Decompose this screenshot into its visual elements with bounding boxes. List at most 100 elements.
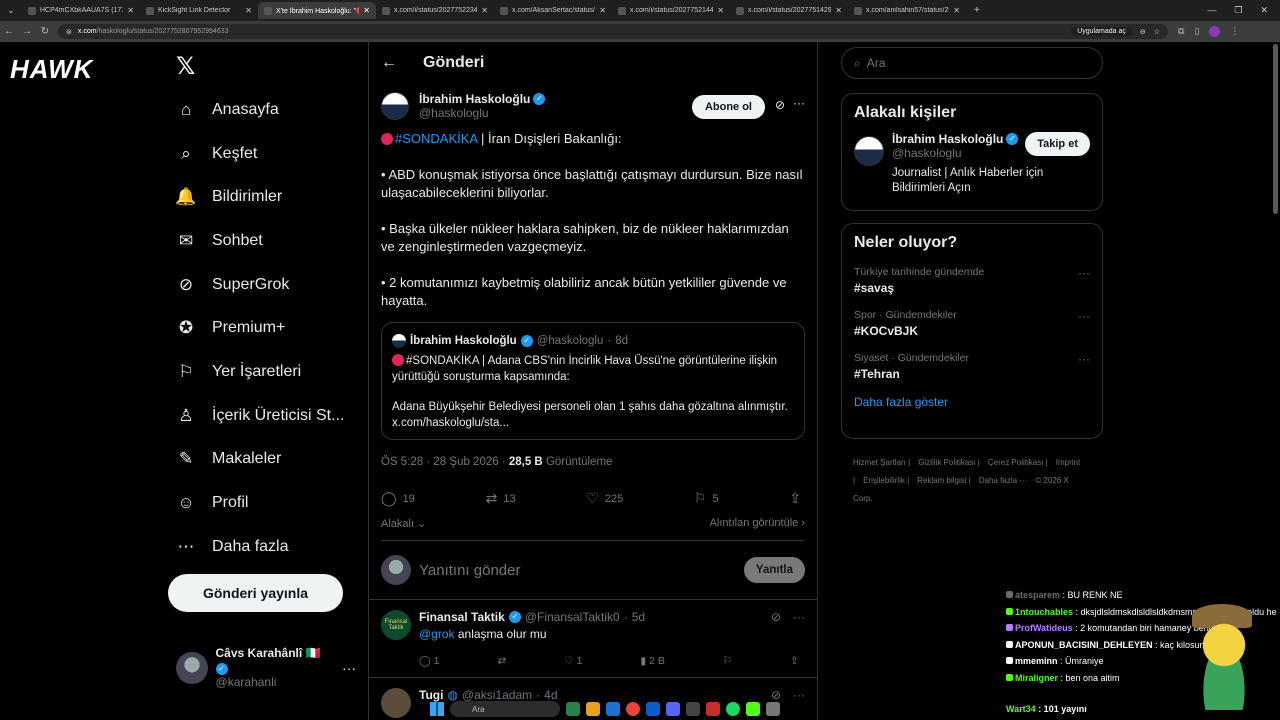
- share-button[interactable]: ⇪: [789, 490, 801, 507]
- taskbar-search[interactable]: Ara: [450, 701, 560, 717]
- nav-item-article[interactable]: ✎ Makaleler: [176, 438, 366, 482]
- quote-link[interactable]: x.com/haskologlu/sta...: [392, 415, 794, 431]
- nav-item-home[interactable]: ⌂ Anasayfa: [176, 88, 366, 132]
- grok-icon[interactable]: ⊘: [771, 610, 781, 624]
- app-icon[interactable]: [706, 702, 720, 716]
- reply-input[interactable]: Yanıtını gönder: [419, 562, 736, 579]
- close-tab-icon[interactable]: ✕: [717, 6, 724, 15]
- footer-link[interactable]: Erişilebilirlik |: [863, 476, 909, 485]
- spotify-icon[interactable]: [726, 702, 740, 716]
- subscribe-button[interactable]: Abone ol: [691, 95, 765, 119]
- app-icon[interactable]: [766, 702, 780, 716]
- url-field[interactable]: ⊜ x.com/haskologlu/status/20277528079529…: [58, 24, 1168, 39]
- bookmark-icon[interactable]: ⚐: [723, 655, 732, 667]
- x-logo[interactable]: 𝕏: [176, 52, 195, 81]
- nav-item-bell[interactable]: 🔔 Bildirimler: [175, 175, 366, 219]
- reload-icon[interactable]: ↻: [36, 26, 54, 37]
- nav-item-creator[interactable]: ♙ İçerik Üreticisi St...: [176, 394, 366, 438]
- browser-tab[interactable]: HCP4mCXbkAAUA7S (1714×10✕: [22, 2, 140, 19]
- app-icon[interactable]: [606, 702, 620, 716]
- kick-icon[interactable]: [746, 702, 760, 716]
- footer-link[interactable]: Gizlilik Politikası |: [918, 458, 980, 467]
- reply-age[interactable]: 5d: [632, 610, 645, 624]
- back-arrow-icon[interactable]: ←: [381, 54, 397, 72]
- chat-username[interactable]: ProfWatideus: [1015, 623, 1073, 633]
- search-input[interactable]: ⌕ Ara: [841, 47, 1103, 79]
- chat-username[interactable]: atesparem: [1015, 590, 1060, 600]
- chat-username[interactable]: 1ntouchables: [1015, 607, 1073, 617]
- nav-item-profile[interactable]: ☺ Profil: [176, 481, 366, 525]
- footer-link[interactable]: Daha fazla ···: [979, 476, 1027, 485]
- nav-item-more-circle[interactable]: ⋯ Daha fazla: [176, 525, 366, 569]
- app-icon[interactable]: [566, 702, 580, 716]
- hashtag-link[interactable]: #SONDAKİKA: [395, 131, 477, 146]
- folder-icon[interactable]: [586, 702, 600, 716]
- zoom-icon[interactable]: ⊖: [1140, 28, 1146, 36]
- scrollbar[interactable]: [1273, 44, 1278, 214]
- extensions-icon[interactable]: ⧉: [1178, 26, 1184, 37]
- mention-link[interactable]: @grok: [419, 627, 455, 641]
- close-window-icon[interactable]: ✕: [1260, 5, 1268, 16]
- browser-tab[interactable]: x.com/anilsahin57/status/2027 ✕: [848, 2, 966, 19]
- trend-item[interactable]: Spor · Gündemdekiler #KOCvBJK ···: [854, 309, 1090, 338]
- trend-item[interactable]: Türkiye tarihinde gündemde #savaş ···: [854, 266, 1090, 295]
- site-info-icon[interactable]: ⊜: [66, 28, 72, 36]
- chat-username[interactable]: mmeminn: [1015, 656, 1058, 666]
- nav-item-bookmark[interactable]: ⚐ Yer İşaretleri: [176, 350, 366, 394]
- repost-button[interactable]: ⇄: [497, 655, 506, 667]
- more-icon[interactable]: ···: [1078, 309, 1090, 323]
- person-item[interactable]: İbrahim Haskoloğlu ✓ @haskologlu Journali…: [854, 132, 1090, 196]
- post-button[interactable]: Gönderi yayınla: [168, 574, 343, 612]
- open-in-app-button[interactable]: Uygulamada aç: [1071, 27, 1132, 36]
- nav-item-premium[interactable]: ✪ Premium+: [176, 306, 366, 350]
- view-quotes-link[interactable]: Alıntılan görüntüle ›: [710, 517, 805, 530]
- close-tab-icon[interactable]: ✕: [363, 6, 370, 15]
- tweet-time[interactable]: ÖS 5:28 · 28 Şub 2026 ·: [381, 456, 509, 468]
- chat-username[interactable]: APONUN_BACISINI_DEHLEYEN: [1015, 640, 1153, 650]
- grok-icon[interactable]: ⊘: [775, 98, 785, 112]
- bookmark-button[interactable]: ⚐ 5: [694, 490, 719, 507]
- more-icon[interactable]: ···: [1078, 352, 1090, 366]
- browser-menu-icon[interactable]: ⋮: [1230, 26, 1239, 37]
- reply-author-name[interactable]: Finansal Taktik: [419, 610, 505, 624]
- browser-tab[interactable]: X'te İbrahim Haskoloğlu: "🔴# ✕: [258, 2, 376, 19]
- browser-tab[interactable]: x.com/AksanSertac/status/2027 ✕: [494, 2, 612, 19]
- show-more-link[interactable]: Daha fazla göster: [854, 395, 1090, 409]
- browser-tab[interactable]: KickSight Link Detector ✕: [140, 2, 258, 19]
- reply-button[interactable]: ◯ 1: [419, 655, 440, 667]
- more-icon[interactable]: ···: [342, 660, 356, 676]
- profile-avatar[interactable]: [1209, 26, 1221, 37]
- browser-tab[interactable]: x.com/i/status/202775142986 ✕: [730, 2, 848, 19]
- close-tab-icon[interactable]: ✕: [245, 6, 252, 15]
- reply-submit-button[interactable]: Yanıtla: [743, 557, 805, 583]
- discord-icon[interactable]: [666, 702, 680, 716]
- windows-start-icon[interactable]: [430, 702, 444, 716]
- like-button[interactable]: ♡ 225: [586, 490, 623, 507]
- browser-tab[interactable]: x.com/i/status/202775214472 ✕: [612, 2, 730, 19]
- footer-link[interactable]: Çerez Politikası |: [988, 458, 1048, 467]
- reply-author-handle[interactable]: @FinansalTaktik0: [525, 610, 620, 624]
- back-icon[interactable]: ←: [0, 26, 18, 37]
- follow-button[interactable]: Takip et: [1025, 132, 1090, 156]
- app-icon[interactable]: [646, 702, 660, 716]
- close-tab-icon[interactable]: ✕: [835, 6, 842, 15]
- quoted-tweet[interactable]: İbrahim Haskoloğlu ✓ @haskologlu · 8d #S…: [381, 322, 805, 440]
- more-icon[interactable]: ···: [793, 96, 805, 110]
- author-name[interactable]: İbrahim Haskoloğlu ✓: [419, 92, 546, 106]
- repost-button[interactable]: ⇄ 13: [486, 490, 516, 507]
- tab-search-icon[interactable]: ⌄: [0, 5, 22, 16]
- chat-username[interactable]: Miraligner: [1015, 673, 1058, 683]
- nav-item-mail[interactable]: ✉ Sohbet: [176, 219, 366, 263]
- nav-item-grok[interactable]: ⊘ SuperGrok: [176, 263, 366, 307]
- minimize-icon[interactable]: —: [1207, 5, 1216, 16]
- footer-link[interactable]: Hizmet Şartları |: [853, 458, 910, 467]
- avatar[interactable]: Finansal Taktik: [381, 610, 411, 640]
- trend-item[interactable]: Siyaset · Gündemdekiler #Tehran ···: [854, 352, 1090, 381]
- new-tab-button[interactable]: +: [966, 5, 988, 16]
- forward-icon[interactable]: →: [18, 26, 36, 37]
- avatar[interactable]: [854, 136, 884, 166]
- like-button[interactable]: ♡ 1: [564, 655, 582, 667]
- account-switcher[interactable]: Câvs Karahânlî 🇮🇹 ✓ @karahanli ···: [176, 646, 356, 689]
- footer-link[interactable]: Reklam bilgisi |: [917, 476, 971, 485]
- app-icon[interactable]: [686, 702, 700, 716]
